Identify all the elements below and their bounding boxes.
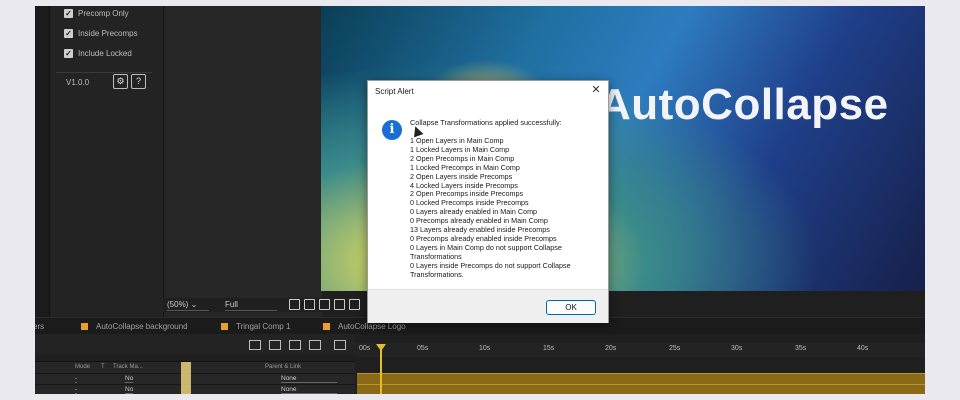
script-alert-dialog: Script Alert ✕ i Collapse Transformation… [367, 80, 609, 323]
viewer-title-text: AutoCollapse [599, 80, 889, 129]
checkbox-include-locked[interactable]: ✓ [64, 49, 73, 58]
ruler-tick: 15s [543, 345, 555, 352]
ruler-tick: 20s [605, 345, 617, 352]
tab-autocollapse-logo[interactable]: AutoCollapse Logo [323, 322, 406, 331]
tab-layers[interactable]: ers [35, 322, 44, 331]
help-label: ? [135, 76, 141, 86]
message-line: 0 Layers in Main Comp do not support Col… [410, 242, 564, 261]
track-matte-dropdown[interactable]: No [125, 375, 134, 383]
mode-dropdown[interactable]: - [75, 375, 78, 383]
ruler-tick: 00s [359, 345, 371, 352]
grid-guides-icon[interactable] [349, 299, 360, 310]
checkbox-precomp-only[interactable]: ✓ [64, 9, 73, 18]
ruler-tick: 10s [479, 345, 491, 352]
shy-layers-icon[interactable] [289, 340, 301, 350]
ruler-tick: 05s [417, 345, 429, 352]
panel-strip [35, 6, 49, 317]
playhead-line [380, 344, 382, 394]
selected-switch-highlight [181, 362, 191, 394]
graph-editor-icon[interactable] [334, 340, 346, 350]
column-track-matte[interactable]: Track Ma... [113, 364, 143, 370]
track-matte-dropdown[interactable]: No [125, 386, 134, 394]
option-inside-precomps[interactable]: ✓ Inside Precomps [64, 29, 138, 38]
region-of-interest-icon[interactable] [319, 299, 330, 310]
project-panel [163, 6, 322, 317]
option-label: Inside Precomps [78, 29, 138, 38]
layer-duration-bar[interactable] [357, 384, 925, 394]
option-label: Include Locked [78, 49, 132, 58]
parent-dropdown[interactable]: None [281, 375, 337, 383]
tab-autocollapse-background[interactable]: AutoCollapse background [81, 322, 188, 331]
ruler-tick: 25s [669, 345, 681, 352]
parent-dropdown[interactable]: None [281, 386, 337, 394]
settings-button[interactable]: ⚙ [113, 74, 128, 89]
comp-color-swatch [323, 323, 330, 330]
ruler-tick: 30s [731, 345, 743, 352]
comp-color-swatch [221, 323, 228, 330]
comp-flowchart-icon[interactable] [249, 340, 261, 350]
message-line: 0 Layers inside Precomps do not support … [410, 260, 573, 279]
motion-blur-icon[interactable] [309, 340, 321, 350]
comp-color-swatch [81, 323, 88, 330]
tab-tringal-comp-1[interactable]: Tringal Comp 1 [221, 322, 290, 331]
layer-duration-bar[interactable] [357, 373, 925, 384]
time-ruler[interactable]: 00s 05s 10s 15s 20s 25s 30s 35s 40s [355, 343, 925, 357]
zoom-value: (50%) [167, 300, 189, 309]
ruler-tick: 35s [795, 345, 807, 352]
option-precomp-only[interactable]: ✓ Precomp Only [64, 9, 129, 18]
version-label: V1.0.0 [66, 78, 90, 87]
help-button[interactable]: ? [131, 74, 146, 89]
tab-label: Tringal Comp 1 [236, 322, 291, 331]
panel-divider [49, 6, 50, 317]
dialog-footer: OK [368, 289, 608, 323]
column-parent[interactable]: Parent & Link [265, 364, 301, 370]
option-include-locked[interactable]: ✓ Include Locked [64, 49, 132, 58]
transparency-grid-icon[interactable] [304, 299, 315, 310]
resolution-value: Full [225, 300, 238, 309]
mask-visibility-icon[interactable] [334, 299, 345, 310]
timeline-toolbar [35, 334, 355, 354]
info-icon: i [382, 120, 402, 140]
left-panel: ✓ Precomp Only ✓ Inside Precomps ✓ Inclu… [35, 6, 163, 317]
zoom-dropdown[interactable]: (50%) ⌄ [167, 299, 209, 311]
resolution-dropdown[interactable]: Full [225, 299, 277, 311]
dialog-message-lines: 1 Open Layers in Main Comp 1 Locked Laye… [410, 136, 600, 280]
option-label: Precomp Only [78, 9, 129, 18]
layer-row[interactable]: - No None [35, 384, 355, 394]
ok-button[interactable]: OK [546, 300, 596, 315]
close-icon[interactable]: ✕ [590, 84, 602, 96]
ruler-tick: 40s [857, 345, 869, 352]
dialog-message-header: Collapse Transformations applied success… [410, 118, 562, 127]
tab-label: AutoCollapse background [96, 322, 188, 331]
mode-dropdown[interactable]: - [75, 386, 78, 394]
column-mode[interactable]: Mode [75, 364, 90, 370]
draft-3d-icon[interactable] [269, 340, 281, 350]
dialog-body: i Collapse Transformations applied succe… [368, 101, 608, 289]
tab-label: ers [35, 322, 45, 331]
gear-icon: ⚙ [116, 76, 125, 86]
dialog-title: Script Alert [375, 87, 414, 96]
snapshot-icon[interactable] [289, 299, 300, 310]
tab-label: AutoCollapse Logo [338, 322, 406, 331]
current-time-indicator[interactable] [376, 344, 386, 351]
column-t[interactable]: T [101, 364, 105, 370]
checkbox-inside-precomps[interactable]: ✓ [64, 29, 73, 38]
